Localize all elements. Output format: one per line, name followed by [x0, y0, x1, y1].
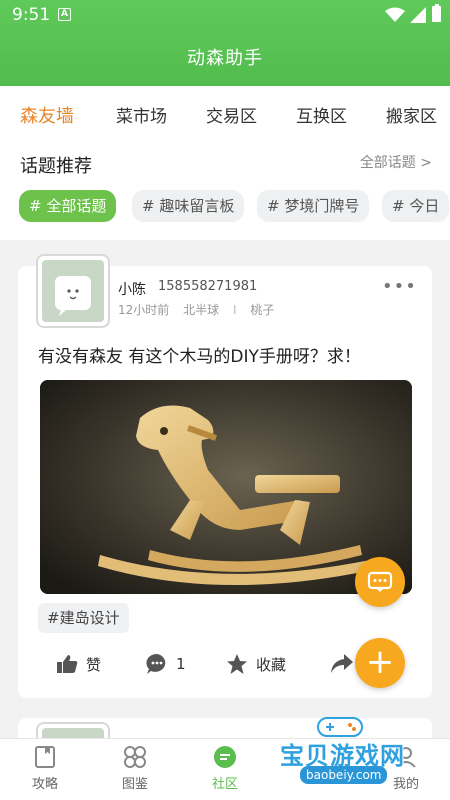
category-tabs: 森友墙 菜市场 交易区 互换区 搬家区	[0, 102, 450, 128]
catalog-icon	[123, 745, 147, 769]
chat-icon	[367, 571, 393, 592]
nav-community-label: 社区	[211, 777, 238, 792]
meta-separator: I	[232, 303, 237, 317]
book-icon	[33, 745, 57, 769]
post-text: 有没有森友 有这个木马的DIY手册呀？求！	[38, 347, 361, 367]
chip-fun-board[interactable]: # 趣味留言板	[132, 190, 245, 222]
app-title: 动森助手	[187, 48, 263, 69]
nav-guide[interactable]: 攻略	[15, 745, 75, 792]
nav-catalog-label: 图鉴	[121, 777, 148, 792]
watermark-url: baobeiy.com	[300, 766, 388, 784]
post-tag[interactable]: #建岛设计	[38, 603, 129, 633]
status-time: 9:51	[12, 5, 51, 25]
like-label: 赞	[86, 655, 102, 674]
comment-button[interactable]: 1	[146, 650, 186, 678]
signal-icon	[410, 7, 426, 28]
nav-community[interactable]: 社区	[195, 745, 255, 792]
tab-friends-wall[interactable]: 森友墙	[20, 102, 74, 128]
watermark: 宝贝游戏网 baobeiy.com	[272, 714, 432, 784]
tab-trade[interactable]: 交易区	[206, 102, 257, 127]
favorite-button[interactable]: 收藏	[226, 650, 286, 678]
nav-guide-label: 攻略	[31, 777, 58, 792]
star-icon	[227, 654, 247, 674]
wifi-icon	[385, 7, 405, 28]
battery-icon	[432, 4, 441, 22]
like-button[interactable]: 赞	[56, 650, 101, 678]
community-icon	[213, 745, 237, 769]
avatar-face-icon	[55, 276, 91, 316]
post-fruit: 桃子	[250, 303, 275, 317]
chip-all-topics[interactable]: # 全部话题	[19, 190, 117, 222]
comment-icon	[146, 653, 166, 674]
post-time: 12小时前	[118, 303, 170, 317]
share-icon	[331, 654, 353, 673]
plus-icon: +	[365, 642, 395, 682]
post-user-id: 158558271981	[158, 279, 258, 294]
all-topics-link[interactable]: 全部话题 >	[360, 152, 432, 172]
add-post-button[interactable]: +	[355, 638, 405, 688]
nav-catalog[interactable]: 图鉴	[105, 745, 165, 792]
comment-count: 1	[176, 655, 186, 673]
thumbs-up-icon	[57, 655, 78, 673]
status-bar: 9:51 A	[0, 0, 450, 30]
tab-market[interactable]: 菜市场	[116, 102, 167, 127]
chip-today[interactable]: # 今日	[382, 190, 450, 222]
tab-exchange[interactable]: 互换区	[296, 102, 347, 127]
chip-dream-address[interactable]: # 梦境门牌号	[257, 190, 370, 222]
topics-title: 话题推荐	[20, 156, 92, 177]
chat-fab-button[interactable]	[355, 557, 405, 607]
avatar[interactable]	[36, 254, 110, 328]
more-options-icon[interactable]: •••	[382, 276, 417, 297]
topic-chips: # 全部话题 # 趣味留言板 # 梦境门牌号 # 今日	[0, 190, 450, 222]
favorite-label: 收藏	[256, 655, 287, 674]
post-meta: 12小时前 北半球 I 桃子	[118, 301, 284, 318]
post-hemisphere: 北半球	[183, 303, 220, 317]
sim-icon: A	[58, 8, 71, 21]
post-username[interactable]: 小陈	[118, 279, 146, 299]
tab-moving[interactable]: 搬家区	[386, 102, 437, 127]
